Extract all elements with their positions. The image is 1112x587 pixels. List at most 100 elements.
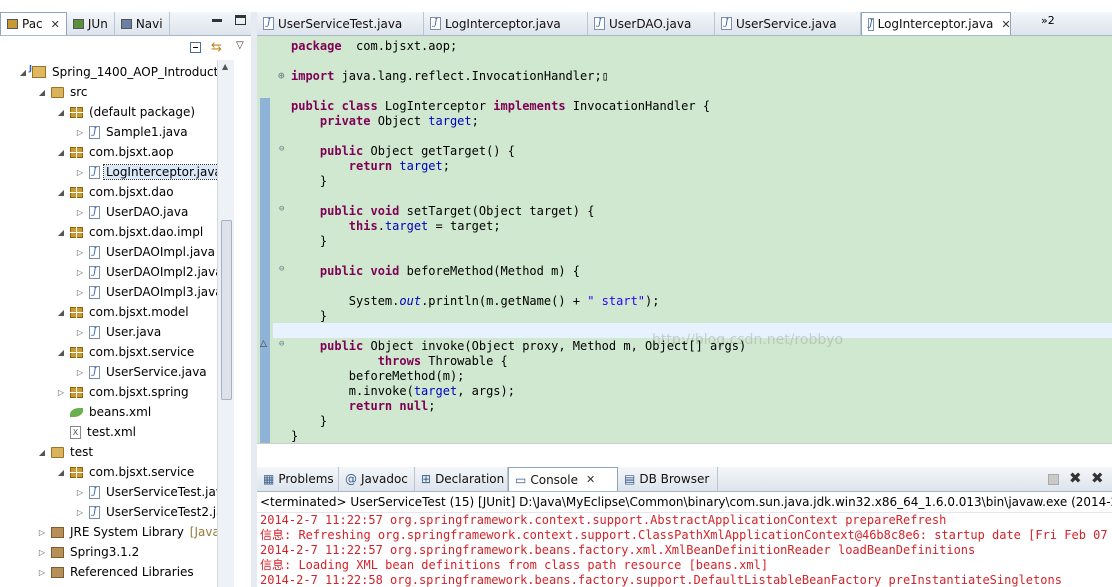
- tree-item[interactable]: ▷ J User.java: [75, 322, 163, 342]
- tree-item-label: JRE System Library: [70, 525, 184, 539]
- tree-item[interactable]: ◢ Spring_1400_AOP_Introduction: [18, 62, 234, 82]
- expanded-arrow-icon[interactable]: ◢: [37, 448, 47, 457]
- override-marker-icon: △: [260, 339, 267, 349]
- editor-tab[interactable]: J LogInterceptor.java: [424, 12, 588, 35]
- editor-horizontal-scrollbar[interactable]: [257, 443, 1112, 465]
- expanded-arrow-icon[interactable]: ◢: [56, 108, 66, 117]
- java-file-icon: J: [89, 245, 100, 259]
- tree-item[interactable]: ◢ test: [37, 442, 95, 462]
- tree-scrollbar[interactable]: ▲: [217, 60, 234, 587]
- tree-item[interactable]: ◢ com.bjsxt.service: [56, 342, 196, 362]
- tree-item[interactable]: ▷ J UserDAOImpl.java: [75, 242, 217, 262]
- editor-tab[interactable]: J LogInterceptor.java ✕: [861, 12, 1011, 35]
- expanded-arrow-icon[interactable]: ◢: [56, 228, 66, 237]
- code-token: Object invoke(Object proxy, Method m, Ob…: [363, 339, 747, 353]
- console-icon: ▭: [515, 472, 527, 487]
- collapsed-arrow-icon[interactable]: ▷: [75, 488, 85, 497]
- tree-item[interactable]: ▷ J UserDAO.java: [75, 202, 190, 222]
- collapsed-arrow-icon[interactable]: ▷: [75, 288, 85, 297]
- tree-item[interactable]: ▷JRE System Library[JavaSE-1: [37, 522, 234, 542]
- expanded-arrow-icon[interactable]: ◢: [56, 348, 66, 357]
- tree-scrollbar-thumb[interactable]: [221, 220, 232, 400]
- collapsed-arrow-icon[interactable]: ▷: [75, 368, 85, 377]
- java-editor[interactable]: http://blog.csdn.net/robbyo ⊕ ⊖ ⊖ ⊖ ⊖ △ …: [257, 36, 1112, 443]
- java-file-icon: J: [89, 125, 100, 139]
- expanded-arrow-icon[interactable]: ◢: [18, 68, 28, 77]
- close-icon[interactable]: ✕: [1001, 18, 1010, 31]
- code-line: package com.bjsxt.aop;: [291, 39, 457, 54]
- bottom-tab-javadoc[interactable]: @ Javadoc: [339, 467, 415, 491]
- tree-item[interactable]: ▷ J Sample1.java: [75, 122, 190, 142]
- view-tab-navi[interactable]: Navi: [115, 12, 170, 35]
- tree-item-label: (default package): [89, 105, 196, 119]
- tree-item[interactable]: ◢ (default package): [56, 102, 197, 122]
- collapsed-arrow-icon[interactable]: ▷: [37, 568, 47, 577]
- fold-method-icon[interactable]: ⊖: [279, 339, 284, 349]
- tree-item[interactable]: ◢ src: [37, 82, 90, 102]
- editor-tab[interactable]: J UserService.java: [715, 12, 861, 35]
- tree-item[interactable]: ◢ com.bjsxt.dao.impl: [56, 222, 205, 242]
- close-icon[interactable]: ✕: [51, 18, 60, 31]
- tree-item[interactable]: ▷ J UserServiceTest.java: [75, 482, 232, 502]
- tree-item[interactable]: beans.xml: [56, 402, 153, 422]
- bottom-tab-problems[interactable]: ▦ Problems: [257, 467, 339, 491]
- tree-item[interactable]: ▷ com.bjsxt.spring: [56, 382, 191, 402]
- editor-tab[interactable]: J UserServiceTest.java: [257, 12, 424, 35]
- collapsed-arrow-icon[interactable]: ▷: [37, 528, 47, 537]
- expanded-arrow-icon[interactable]: ◢: [56, 148, 66, 157]
- link-with-editor-icon[interactable]: ⇆: [211, 41, 222, 54]
- collapsed-arrow-icon[interactable]: ▷: [37, 548, 47, 557]
- tree-item[interactable]: ◢ com.bjsxt.model: [56, 302, 191, 322]
- tree-item[interactable]: ◢ com.bjsxt.aop: [56, 142, 176, 162]
- code-token: public class: [291, 99, 378, 113]
- maximize-view-icon[interactable]: [235, 15, 246, 25]
- tree-item[interactable]: ▷ J UserService.java: [75, 362, 209, 382]
- expanded-arrow-icon[interactable]: ◢: [56, 468, 66, 477]
- code-token: LogInterceptor: [377, 99, 494, 113]
- expanded-arrow-icon[interactable]: ◢: [56, 188, 66, 197]
- fold-method-icon[interactable]: ⊖: [279, 204, 284, 214]
- tree-item[interactable]: ▷ J UserDAOImpl2.java: [75, 262, 225, 282]
- code-token: );: [645, 294, 660, 308]
- collapsed-arrow-icon[interactable]: ▷: [75, 168, 85, 177]
- code-token: setTarget(Object target) {: [399, 204, 595, 218]
- fold-import-icon[interactable]: ⊕: [278, 69, 285, 82]
- close-icon[interactable]: ✕: [586, 473, 595, 486]
- collapsed-arrow-icon[interactable]: ▷: [75, 248, 85, 257]
- tree-item[interactable]: ▷ J UserDAOImpl3.java: [75, 282, 225, 302]
- collapsed-arrow-icon[interactable]: ▷: [75, 328, 85, 337]
- expanded-arrow-icon[interactable]: ◢: [37, 88, 47, 97]
- remove-launch-icon[interactable]: ✖: [1069, 469, 1082, 487]
- expanded-arrow-icon[interactable]: ◢: [56, 308, 66, 317]
- view-menu-icon[interactable]: ▽: [236, 40, 244, 51]
- remove-all-terminated-icon[interactable]: ✖: [1091, 469, 1104, 487]
- collapsed-arrow-icon[interactable]: ▷: [75, 208, 85, 217]
- view-tab-jun[interactable]: JUn: [67, 12, 115, 35]
- bottom-tab-console[interactable]: ▭ Console ✕: [508, 467, 618, 491]
- bottom-tab-db-browser[interactable]: ▤ DB Browser: [618, 467, 718, 491]
- code-line: public void setTarget(Object target) {: [291, 204, 595, 219]
- fold-method-icon[interactable]: ⊖: [279, 144, 284, 154]
- view-tab-pac[interactable]: Pac ✕: [0, 12, 67, 35]
- code-line: public class LogInterceptor implements I…: [291, 99, 710, 114]
- bottom-tab-declaration[interactable]: ⊞ Declaration: [415, 467, 508, 491]
- collapsed-arrow-icon[interactable]: ▷: [75, 508, 85, 517]
- tree-item[interactable]: ▷ Spring3.1.2: [37, 542, 141, 562]
- fold-method-icon[interactable]: ⊖: [279, 264, 284, 274]
- tree-item[interactable]: ◢ com.bjsxt.service: [56, 462, 196, 482]
- collapsed-arrow-icon[interactable]: ▷: [56, 388, 66, 397]
- console-output[interactable]: <terminated> UserServiceTest (15) [JUnit…: [257, 492, 1112, 587]
- collapsed-arrow-icon[interactable]: ▷: [75, 128, 85, 137]
- collapsed-arrow-icon[interactable]: ▷: [75, 268, 85, 277]
- tree-item[interactable]: Xtest.xml: [56, 422, 138, 442]
- tree-item[interactable]: ▷ Referenced Libraries: [37, 562, 196, 582]
- editor-tab[interactable]: J UserDAO.java: [588, 12, 715, 35]
- tree-item[interactable]: ▷ J LogInterceptor.java: [75, 162, 225, 182]
- terminate-icon[interactable]: [1048, 474, 1059, 485]
- minimize-view-icon[interactable]: [212, 19, 222, 22]
- tree-item[interactable]: ▷ J UserServiceTest2.java: [75, 502, 234, 522]
- editor-tab-label: UserDAO.java: [609, 16, 692, 31]
- editor-tabs-overflow[interactable]: »2: [1041, 14, 1055, 27]
- collapse-all-icon[interactable]: [190, 42, 201, 53]
- tree-item[interactable]: ◢ com.bjsxt.dao: [56, 182, 176, 202]
